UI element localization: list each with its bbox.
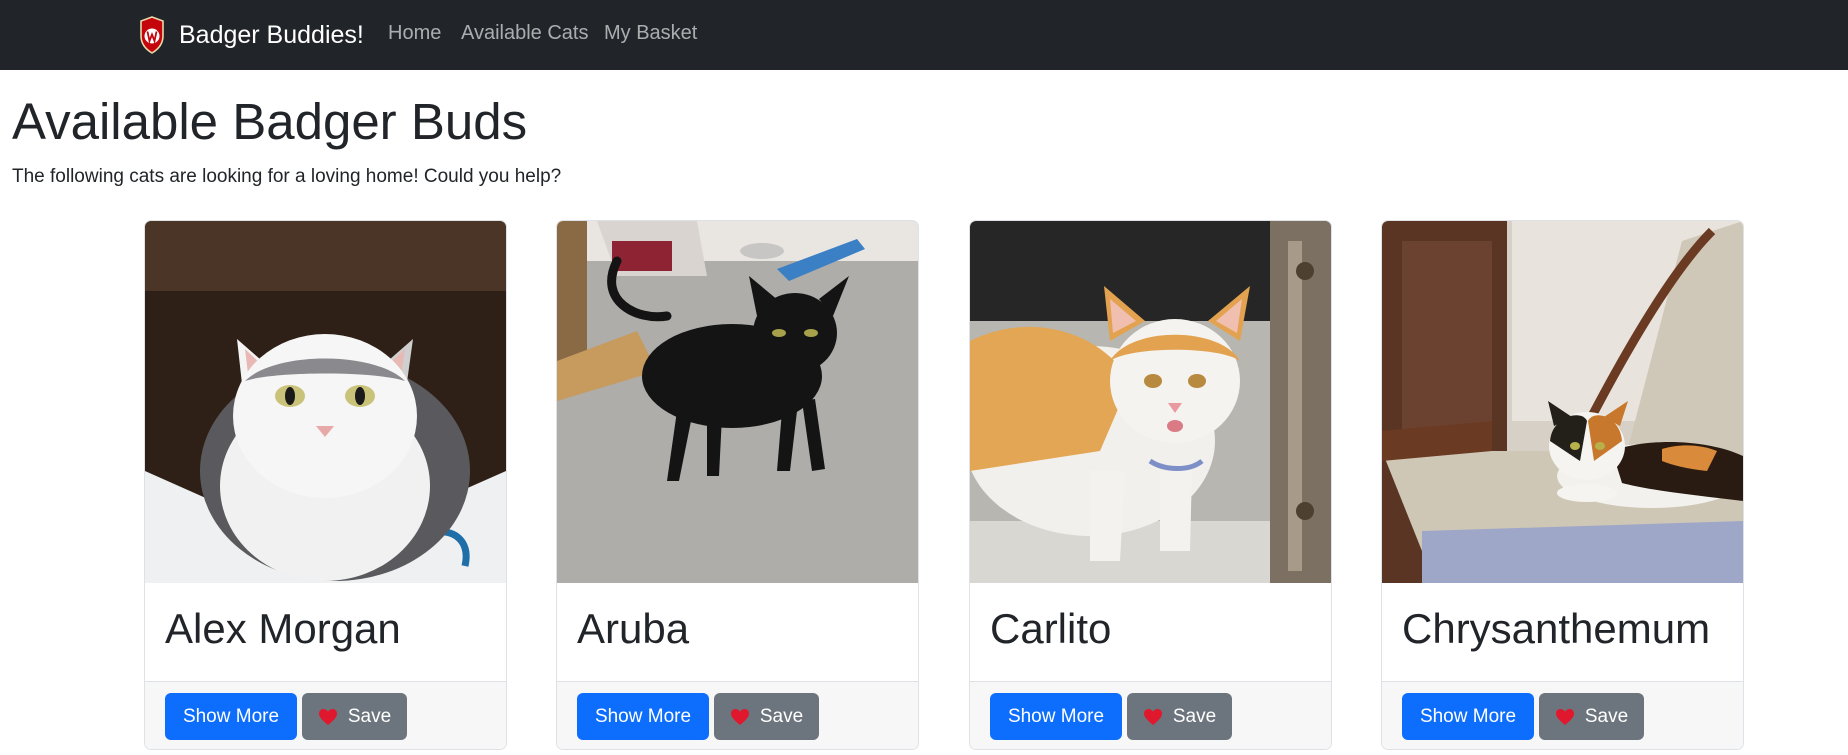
cat-card: Carlito Show More Save: [969, 220, 1332, 750]
save-button[interactable]: Save: [1539, 693, 1644, 740]
save-button-label: Save: [1172, 705, 1217, 727]
cat-name: Alex Morgan: [165, 605, 401, 652]
cat-photo-icon: [145, 221, 506, 583]
cat-name: Chrysanthemum: [1402, 605, 1711, 652]
save-button-label: Save: [347, 705, 392, 727]
card-footer: Show More Save: [557, 681, 918, 749]
heart-icon: [1555, 708, 1574, 725]
show-more-button[interactable]: Show More: [577, 693, 709, 740]
cat-photo-icon: [1382, 221, 1743, 583]
save-button[interactable]: Save: [1127, 693, 1232, 740]
uw-crest-icon: [140, 16, 164, 54]
cat-photo: [557, 221, 918, 583]
cat-card: Alex Morgan Show More Save: [144, 220, 507, 750]
cat-photo: [970, 221, 1331, 583]
cat-photo-icon: [557, 221, 918, 583]
save-button-label: Save: [1584, 705, 1629, 727]
cat-name: Carlito: [990, 605, 1112, 652]
nav-link-available-cats[interactable]: Available Cats: [461, 22, 588, 45]
show-more-button[interactable]: Show More: [990, 693, 1122, 740]
show-more-button[interactable]: Show More: [165, 693, 297, 740]
cat-photo: [1382, 221, 1743, 583]
card-footer: Show More Save: [970, 681, 1331, 749]
heart-icon: [318, 708, 337, 725]
brand-title: Badger Buddies!: [179, 20, 364, 49]
cat-card: Chrysanthemum Show More Save: [1381, 220, 1744, 750]
nav-link-home[interactable]: Home: [388, 22, 441, 45]
brand-link[interactable]: Badger Buddies!: [139, 16, 364, 54]
nav-link-my-basket[interactable]: My Basket: [604, 22, 697, 45]
save-button-label: Save: [759, 705, 804, 727]
save-button[interactable]: Save: [302, 693, 407, 740]
show-more-button[interactable]: Show More: [1402, 693, 1534, 740]
save-button[interactable]: Save: [714, 693, 819, 740]
cat-photo-icon: [970, 221, 1331, 583]
heart-icon: [730, 708, 749, 725]
top-navbar: Badger Buddies! Home Available Cats My B…: [0, 0, 1848, 70]
heart-icon: [1143, 708, 1162, 725]
page-subtitle: The following cats are looking for a lov…: [12, 166, 562, 187]
cat-name: Aruba: [577, 605, 690, 652]
cat-photo: [145, 221, 506, 583]
page-title: Available Badger Buds: [12, 93, 528, 150]
cat-card: Aruba Show More Save: [556, 220, 919, 750]
card-footer: Show More Save: [145, 681, 506, 749]
card-footer: Show More Save: [1382, 681, 1743, 749]
